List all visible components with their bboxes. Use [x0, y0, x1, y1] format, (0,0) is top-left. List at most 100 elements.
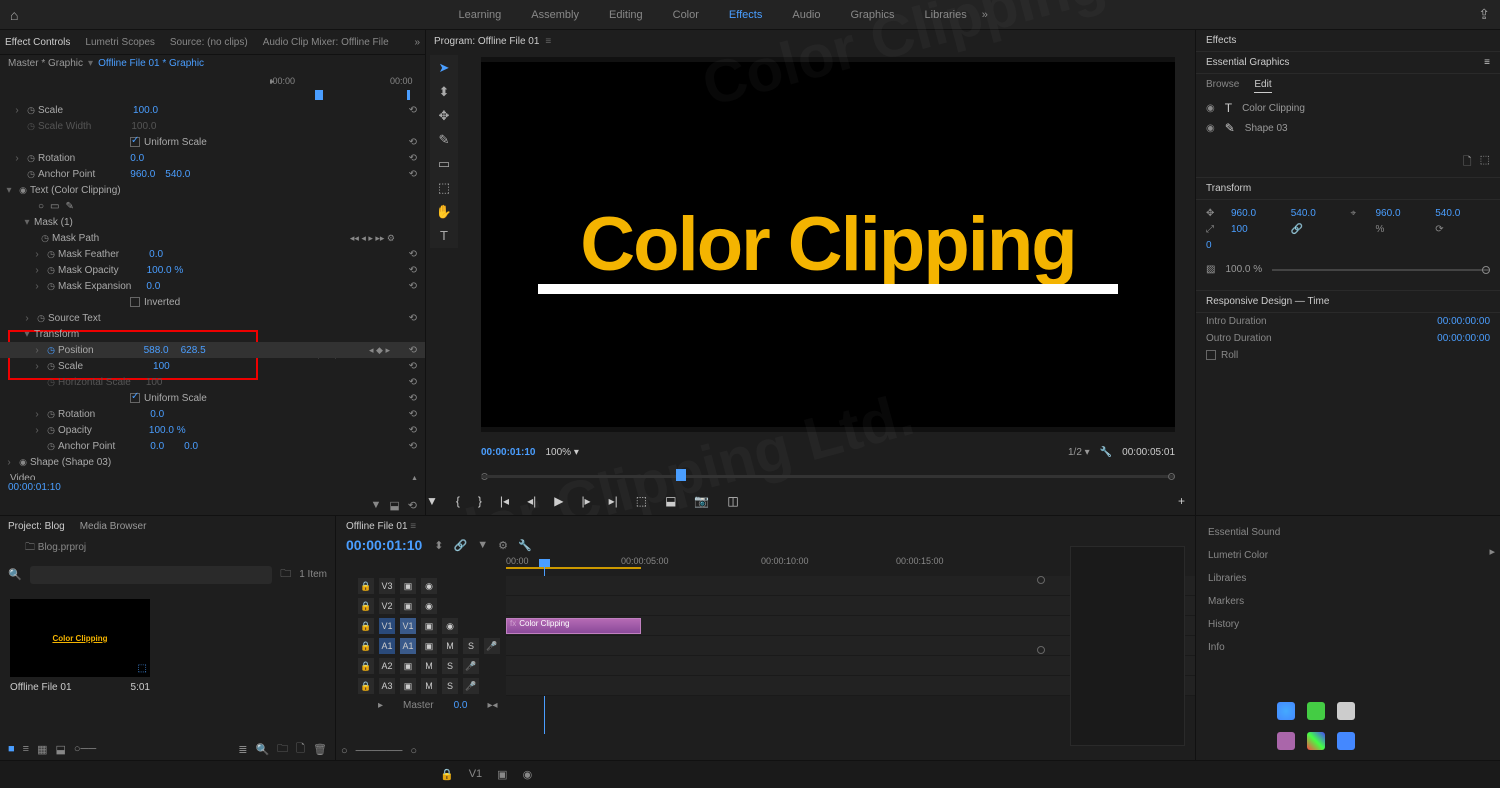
master-clip-label[interactable]: Master * Graphic — [8, 58, 83, 69]
eg-rot[interactable]: 0 — [1206, 240, 1226, 251]
new-bin-icon[interactable]: 🗀 — [277, 740, 288, 759]
crop-tool-icon[interactable]: ⬚ — [438, 180, 450, 196]
loop-icon[interactable]: ⟲ — [408, 499, 417, 512]
panel-menu-icon[interactable]: ≡ — [1484, 57, 1490, 68]
solo-icon[interactable]: S — [463, 638, 479, 654]
track-target-v1[interactable]: V1 — [400, 618, 416, 634]
filter-icon[interactable]: ▼ — [370, 499, 381, 511]
voice-icon[interactable]: 🎤 — [463, 658, 479, 674]
ws-color[interactable]: Color — [673, 9, 699, 21]
tab-browse[interactable]: Browse — [1206, 79, 1239, 93]
mini-time-ruler[interactable]: ▸ :00:00 00:00 — [0, 72, 425, 90]
swatch-4[interactable] — [1277, 732, 1295, 750]
link-icon[interactable]: 🔗 — [1291, 224, 1346, 235]
button-editor-icon[interactable]: + — [1178, 494, 1185, 508]
track-toggle[interactable]: ▣ — [400, 678, 416, 694]
ws-editing[interactable]: Editing — [609, 9, 643, 21]
eye-icon[interactable]: ◉ — [421, 578, 437, 594]
tab-source[interactable]: Source: (no clips) — [170, 37, 248, 48]
eg-scale[interactable]: 100 — [1231, 224, 1286, 235]
mask-track-controls[interactable]: ◂◂ ◂ ▸ ▸▸ ⚙ — [350, 233, 395, 244]
lock-icon[interactable]: 🔒 — [440, 768, 454, 781]
prop-mask-expansion[interactable]: Mask Expansion — [58, 281, 131, 292]
track-toggle[interactable]: ▣ — [400, 658, 416, 674]
ws-effects[interactable]: Effects — [729, 9, 762, 21]
panel-history[interactable]: History — [1196, 613, 1500, 636]
prop-anchor2[interactable]: Anchor Point — [58, 441, 115, 452]
eye-icon[interactable]: ◉ — [421, 598, 437, 614]
lock-icon[interactable]: 🔒 — [358, 638, 374, 654]
ws-graphics[interactable]: Graphics — [851, 9, 895, 21]
keyframe-nav[interactable]: ◂ ◆ ▸ — [369, 345, 390, 356]
lock-icon[interactable]: 🔒 — [358, 618, 374, 634]
mute-icon[interactable]: M — [442, 638, 458, 654]
thumbnail[interactable]: Color Clipping ⬚ — [10, 599, 150, 677]
vertical-text-icon[interactable]: ⬍ — [439, 84, 450, 100]
panel-essential-sound[interactable]: Essential Sound — [1196, 521, 1500, 544]
prop-anchor[interactable]: Anchor Point — [38, 169, 95, 180]
group-icon[interactable]: ⬚ — [1480, 153, 1490, 172]
prop-scale2[interactable]: Scale — [58, 361, 83, 372]
mask-rect-icon[interactable]: ▭ — [50, 201, 59, 212]
mask-ellipse-icon[interactable]: ○ — [38, 201, 44, 212]
transform-header[interactable]: Transform — [34, 329, 79, 340]
voice-icon[interactable]: 🎤 — [484, 638, 500, 654]
prop-position[interactable]: Position — [58, 345, 94, 356]
type-tool-icon[interactable]: T — [440, 228, 448, 243]
effect-controls-timecode[interactable]: 00:00:01:10 — [0, 480, 425, 495]
tab-audio-mixer[interactable]: Audio Clip Mixer: Offline File — [263, 37, 389, 48]
timeline-scroll-marker[interactable] — [1037, 576, 1045, 584]
collapse-icon[interactable]: ▸ — [378, 700, 383, 711]
lock-icon[interactable]: 🔒 — [358, 578, 374, 594]
track-source-a1[interactable]: A1 — [379, 638, 395, 654]
prop-opacity[interactable]: Opacity — [58, 425, 92, 436]
fx-toggle-icon[interactable]: ◉ — [16, 185, 30, 196]
val-scale[interactable]: 100.0 — [133, 105, 158, 116]
pen-tool-icon[interactable]: ✎ — [439, 132, 450, 148]
sort-icon[interactable]: ⬓ — [55, 743, 65, 756]
val-mask-expansion[interactable]: 0.0 — [146, 281, 160, 292]
go-to-in-icon[interactable]: |◂ — [500, 494, 509, 508]
extract-icon[interactable]: ⬓ — [665, 494, 676, 508]
track-target[interactable]: V2 — [379, 598, 395, 614]
val-scale2[interactable]: 100 — [153, 361, 170, 372]
step-forward-icon[interactable]: |▸ — [581, 494, 590, 508]
new-layer-icon[interactable]: 🗋 — [1463, 153, 1472, 172]
settings-icon[interactable]: ⚙ — [498, 539, 508, 552]
stopwatch-icon[interactable]: ◷ — [24, 105, 38, 116]
timeline-timecode[interactable]: 00:00:01:10 — [346, 537, 422, 553]
val-anchor2-x[interactable]: 0.0 — [150, 441, 164, 452]
video-header[interactable]: Video — [10, 473, 35, 481]
swatch-3[interactable] — [1337, 702, 1355, 720]
val-anchor-x[interactable]: 960.0 — [130, 169, 155, 180]
prop-rotation2[interactable]: Rotation — [58, 409, 95, 420]
timeline-tab[interactable]: Offline File 01 — [346, 521, 408, 532]
ws-learning[interactable]: Learning — [458, 9, 501, 21]
freeform-view-icon[interactable]: ▦ — [37, 743, 47, 756]
val-mask-feather[interactable]: 0.0 — [149, 249, 163, 260]
timeline-zoom-in-icon[interactable]: ○ — [410, 745, 417, 757]
mark-out-icon[interactable]: } — [478, 494, 482, 508]
panel-info[interactable]: Info — [1196, 636, 1500, 659]
track-toggle[interactable]: ▣ — [400, 578, 416, 594]
outro-duration-value[interactable]: 00:00:00:00 — [1437, 333, 1490, 344]
timeline-zoom-out-icon[interactable]: ○ — [341, 745, 348, 757]
program-scrubber[interactable] — [481, 467, 1175, 487]
mute-icon[interactable]: M — [421, 678, 437, 694]
timeline-scroll-marker[interactable] — [1037, 646, 1045, 654]
essential-graphics-header[interactable]: Essential Graphics — [1206, 57, 1289, 68]
marker-tool-icon[interactable]: ▼ — [477, 539, 488, 552]
eye-icon[interactable]: ◉ — [1206, 103, 1215, 114]
opacity-slider[interactable] — [1272, 269, 1490, 271]
tab-media-browser[interactable]: Media Browser — [80, 521, 147, 532]
swatch-6[interactable] — [1337, 732, 1355, 750]
export-frame-icon[interactable]: 📷 — [694, 494, 709, 508]
list-view-icon[interactable]: ■ — [8, 743, 15, 755]
panel-libraries[interactable]: Libraries — [1196, 567, 1500, 590]
resolution-select[interactable]: 1/2 ▾ — [1068, 447, 1090, 458]
track-target-a2[interactable]: A2 — [379, 658, 395, 674]
play-icon[interactable]: ▶ — [554, 494, 563, 508]
search-icon[interactable]: 🔍 — [8, 568, 22, 581]
layer-text[interactable]: ◉TColor Clipping — [1196, 98, 1500, 118]
lock-icon[interactable]: 🔒 — [358, 658, 374, 674]
